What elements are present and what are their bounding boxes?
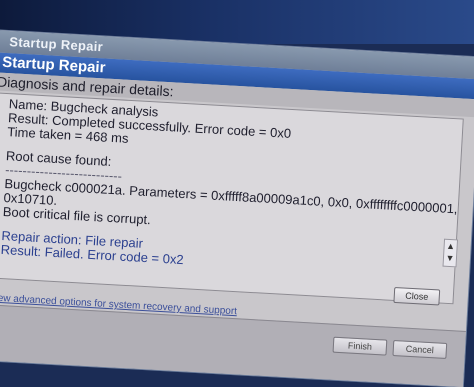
- scroll-up-icon[interactable]: ▲: [444, 240, 457, 253]
- startup-repair-window: Startup Repair Startup Repair Diagnosis …: [0, 30, 474, 387]
- details-scrollbar[interactable]: ▲ ▼: [442, 238, 459, 268]
- close-button[interactable]: Close: [393, 286, 441, 306]
- cancel-button[interactable]: Cancel: [392, 339, 448, 359]
- scroll-down-icon[interactable]: ▼: [444, 252, 457, 265]
- details-textbox[interactable]: Name: Bugcheck analysis Result: Complete…: [0, 92, 464, 305]
